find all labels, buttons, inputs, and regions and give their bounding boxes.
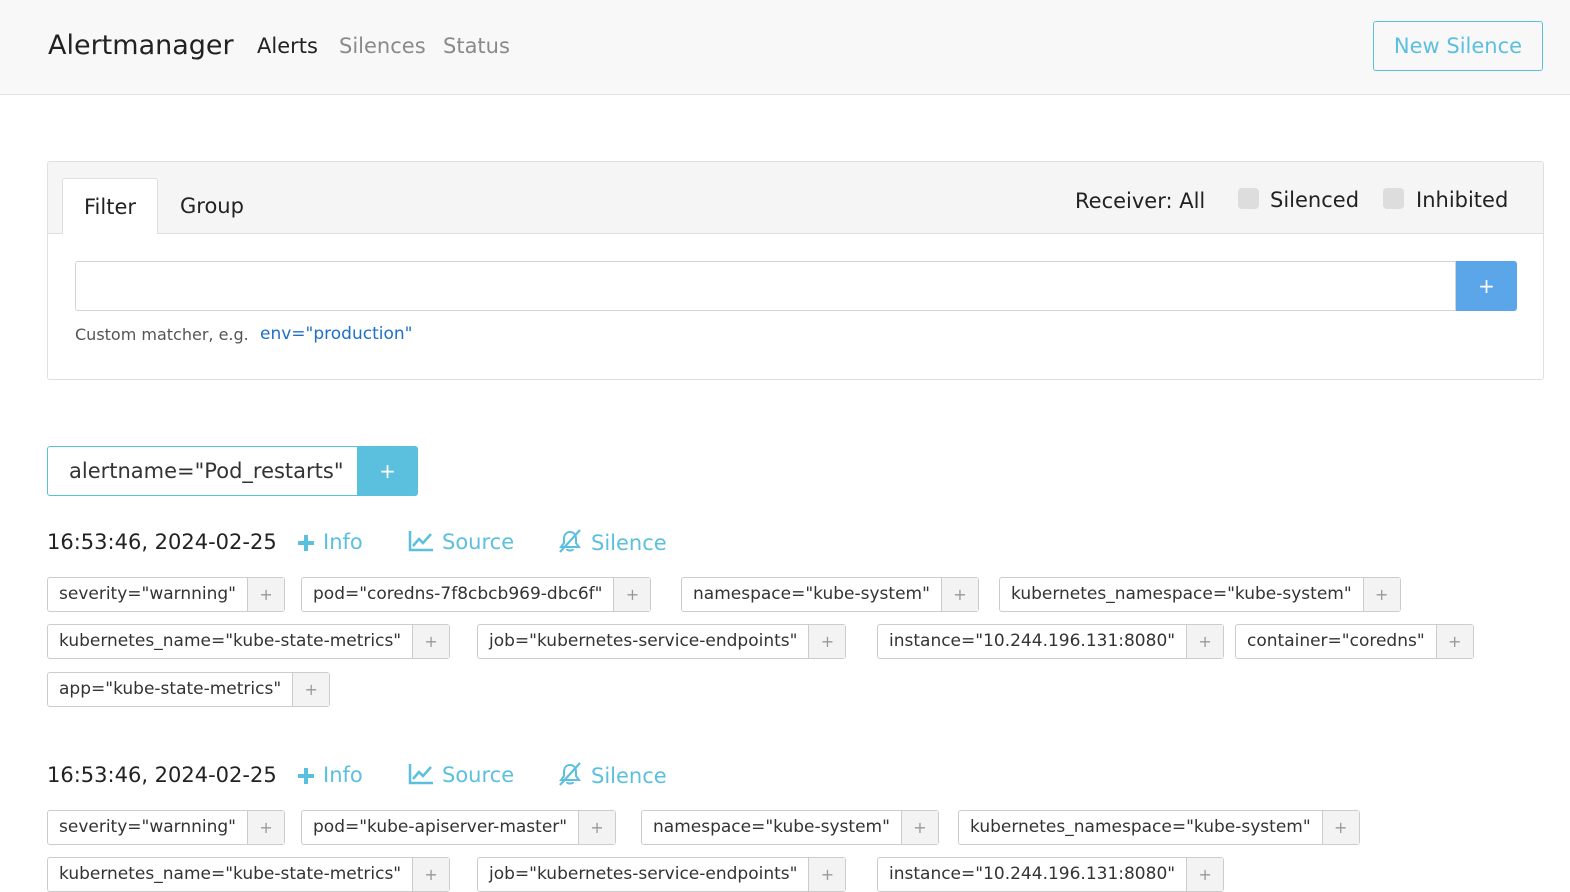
alert-item: 16:53:46, 2024-02-25 Info Source Silence… [47, 762, 1527, 892]
label-tag[interactable]: app="kube-state-metrics" + [47, 672, 331, 707]
label-tag[interactable]: kubernetes_name="kube-state-metrics" + [47, 624, 451, 659]
chart-line-icon [408, 764, 433, 785]
label-tag[interactable]: job="kubernetes-service-endpoints" + [477, 624, 847, 659]
label-add-button[interactable]: + [900, 811, 938, 844]
chart-line-icon [408, 531, 433, 552]
label-add-button[interactable]: + [292, 673, 330, 706]
plus-icon [298, 535, 314, 551]
label-tag[interactable]: kubernetes_namespace="kube-system" + [999, 577, 1401, 612]
inhibited-checkbox[interactable] [1383, 188, 1404, 209]
nav-link-alerts[interactable]: Alerts [257, 33, 318, 59]
label-tag[interactable]: pod="coredns-7f8cbcb969-dbc6f" + [301, 577, 652, 612]
label-tag[interactable]: instance="10.244.196.131:8080" + [877, 857, 1225, 892]
tab-group[interactable]: Group [180, 193, 244, 219]
new-silence-button[interactable]: New Silence [1373, 21, 1543, 71]
silence-label: Silence [591, 764, 667, 788]
label-tag[interactable]: kubernetes_name="kube-state-metrics" + [47, 857, 451, 892]
receiver-select[interactable]: Receiver: All [1075, 188, 1205, 214]
label-add-button[interactable]: + [247, 811, 285, 844]
alert-item: 16:53:46, 2024-02-25 Info Source Silence… [47, 529, 1527, 709]
label-tag[interactable]: job="kubernetes-service-endpoints" + [477, 857, 847, 892]
label-tag[interactable]: instance="10.244.196.131:8080" + [877, 624, 1225, 659]
silence-label: Silence [591, 531, 667, 555]
label-add-button[interactable]: + [1362, 578, 1400, 611]
navbar: Alertmanager Alerts Silences Status New … [0, 0, 1570, 95]
label-add-button[interactable]: + [808, 625, 846, 658]
alert-time: 16:53:46, 2024-02-25 [47, 530, 277, 554]
alert-time: 16:53:46, 2024-02-25 [47, 763, 277, 787]
label-tag[interactable]: severity="warnning" + [47, 810, 286, 845]
info-button[interactable]: Info [297, 529, 363, 555]
plus-icon [298, 768, 314, 784]
nav-link-silences[interactable]: Silences [339, 33, 426, 59]
silenced-checkbox[interactable] [1238, 188, 1259, 209]
label-add-button[interactable]: + [1321, 811, 1359, 844]
nav-link-status[interactable]: Status [443, 33, 510, 59]
label-tag[interactable]: kubernetes_namespace="kube-system" + [958, 810, 1360, 845]
filter-card-header: Filter Group Receiver: All Silenced Inhi… [48, 162, 1543, 234]
label-tag[interactable]: severity="warnning" + [47, 577, 286, 612]
source-label: Source [442, 763, 515, 787]
brand-title[interactable]: Alertmanager [48, 29, 234, 63]
label-tag[interactable]: namespace="kube-system" + [681, 577, 979, 612]
source-label: Source [442, 530, 515, 554]
label-add-button[interactable]: + [578, 811, 616, 844]
label-add-button[interactable]: + [1186, 858, 1224, 891]
label-add-button[interactable]: + [412, 858, 450, 891]
label-add-button[interactable]: + [1186, 625, 1224, 658]
filter-card: Filter Group Receiver: All Silenced Inhi… [47, 161, 1544, 380]
source-button[interactable]: Source [408, 762, 514, 788]
info-label: Info [323, 763, 363, 787]
label-tag[interactable]: container="coredns" + [1235, 624, 1474, 659]
info-button[interactable]: Info [297, 762, 363, 788]
silence-button[interactable]: Silence [557, 762, 667, 789]
label-add-button[interactable]: + [412, 625, 450, 658]
tab-filter[interactable]: Filter [62, 178, 158, 234]
inhibited-label[interactable]: Inhibited [1416, 187, 1508, 213]
source-button[interactable]: Source [408, 529, 514, 555]
group-label: alertname="Pod_restarts" [47, 446, 358, 496]
label-tag[interactable]: namespace="kube-system" + [641, 810, 939, 845]
silence-button[interactable]: Silence [557, 529, 667, 556]
filter-input[interactable] [75, 261, 1456, 311]
group-add-button[interactable]: + [357, 446, 418, 496]
label-add-button[interactable]: + [247, 578, 285, 611]
label-add-button[interactable]: + [940, 578, 978, 611]
filter-add-button[interactable]: + [1456, 261, 1517, 311]
label-add-button[interactable]: + [1435, 625, 1473, 658]
silenced-label[interactable]: Silenced [1270, 187, 1359, 213]
bell-slash-icon [559, 762, 581, 786]
label-tag[interactable]: pod="kube-apiserver-master" + [301, 810, 617, 845]
filter-hint: Custom matcher, e.g. [75, 325, 249, 344]
bell-slash-icon [559, 529, 581, 553]
filter-hint-example-link[interactable]: env="production" [260, 323, 412, 345]
info-label: Info [323, 530, 363, 554]
label-add-button[interactable]: + [808, 858, 846, 891]
label-add-button[interactable]: + [613, 578, 651, 611]
